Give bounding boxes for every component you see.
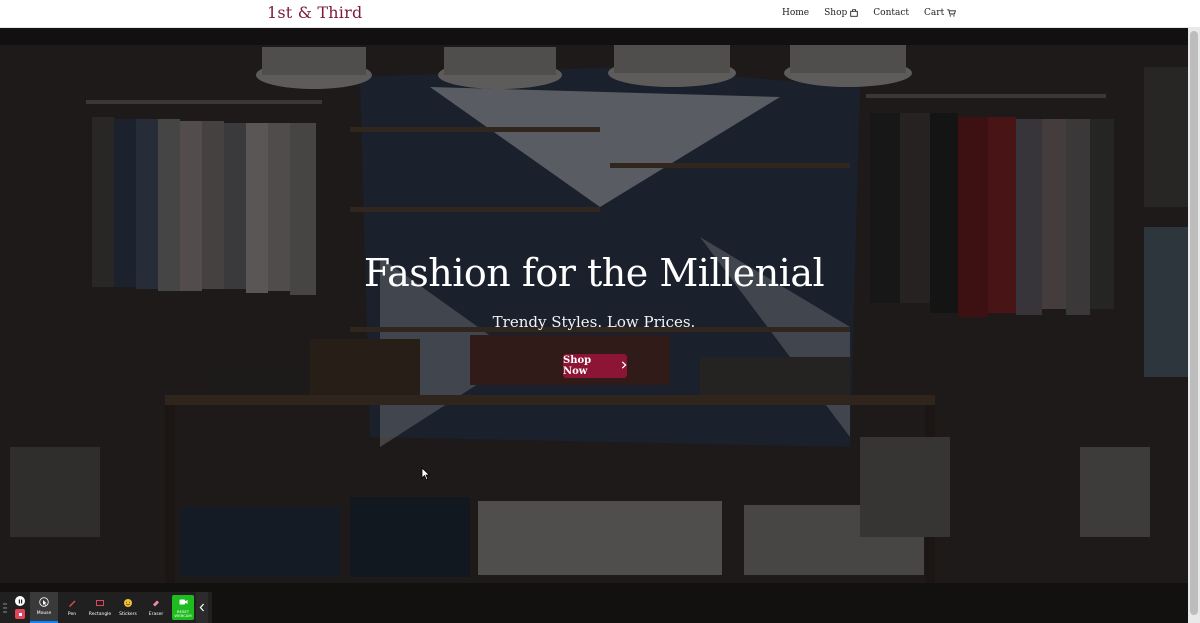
pause-icon[interactable]	[15, 596, 25, 606]
tool-label: Eraser	[148, 612, 164, 617]
tool-label: Mouse	[36, 611, 52, 616]
tool-label: RESET WEBCAM	[174, 608, 192, 618]
mouse-pointer-icon	[39, 597, 49, 609]
tool-label: Rectangle	[88, 612, 112, 617]
sticker-icon	[123, 598, 133, 610]
chevron-right-icon	[621, 360, 627, 372]
recording-controls	[10, 592, 30, 623]
nav-item-cart[interactable]: Cart	[924, 8, 957, 18]
collapse-toolbar-button[interactable]	[196, 592, 208, 623]
shop-now-button[interactable]: Shop Now	[563, 354, 627, 378]
nav-item-home[interactable]: Home	[782, 8, 809, 18]
hero-subtitle: Trendy Styles. Low Prices.	[492, 313, 696, 331]
tool-stickers[interactable]: Stickers	[114, 592, 142, 623]
rectangle-icon	[95, 598, 105, 610]
nav-item-contact[interactable]: Contact	[873, 8, 909, 18]
nav-item-shop[interactable]: Shop	[824, 8, 859, 18]
cart-icon	[947, 9, 957, 17]
nav-item-label: Home	[782, 8, 810, 18]
scrollbar-thumb[interactable]	[1190, 31, 1198, 615]
tool-label: Pen	[67, 612, 77, 617]
nav-links: Home Shop Contact Cart	[782, 8, 957, 18]
tool-eraser[interactable]: Eraser	[142, 592, 170, 623]
tool-rectangle[interactable]: Rectangle	[86, 592, 114, 623]
shopping-bag-icon	[850, 9, 859, 17]
chevron-left-icon	[199, 603, 205, 612]
hero-title: Fashion for the Millenial	[363, 251, 825, 295]
mouse-cursor-icon	[421, 466, 431, 485]
page-scrollbar[interactable]	[1188, 27, 1200, 623]
nav-item-label: Contact	[873, 8, 910, 18]
pen-icon	[67, 598, 77, 610]
recorder-toolbar: Mouse Pen Rectangle Stickers Eraser RESE…	[0, 592, 212, 623]
webcam-icon	[179, 598, 188, 608]
brand-logo[interactable]: 1st & Third	[267, 3, 362, 22]
shop-now-label: Shop Now	[563, 355, 592, 377]
eraser-icon	[151, 598, 161, 610]
hero-section: Fashion for the Millenial Trendy Styles.…	[0, 27, 1188, 623]
reset-webcam-button[interactable]: RESET WEBCAM	[172, 595, 194, 620]
tool-label: Stickers	[119, 612, 137, 617]
tool-pen[interactable]: Pen	[58, 592, 86, 623]
top-navbar: 1st & Third Home Shop Contact Cart	[0, 0, 1200, 28]
nav-item-label: Cart	[924, 8, 945, 18]
drag-handle-icon[interactable]	[0, 592, 10, 623]
nav-item-label: Shop	[824, 8, 848, 18]
tool-mouse[interactable]: Mouse	[30, 592, 58, 623]
stop-icon[interactable]	[15, 609, 25, 619]
